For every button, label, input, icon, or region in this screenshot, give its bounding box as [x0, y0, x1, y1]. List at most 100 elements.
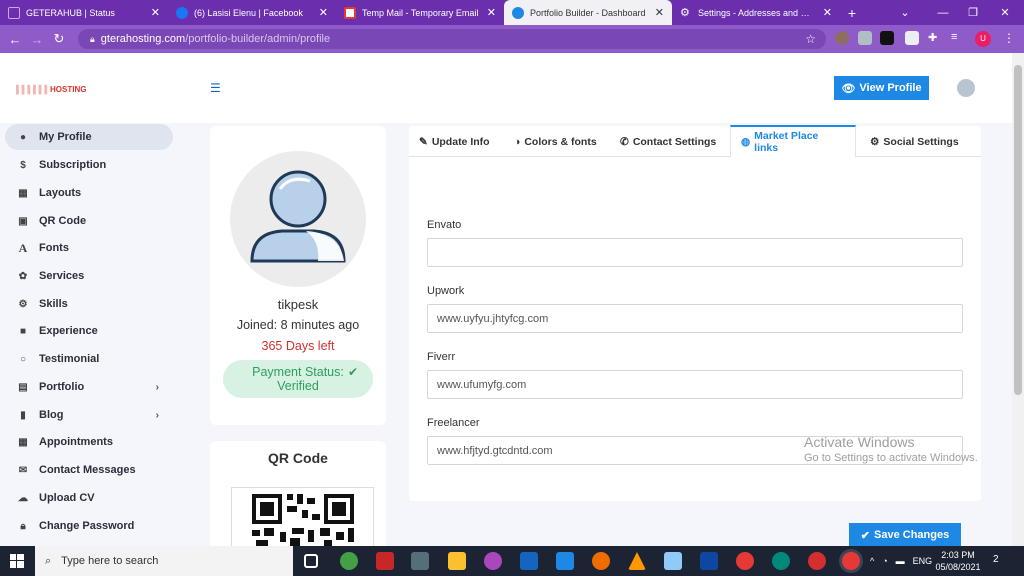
tab-social-settings[interactable]: ⚙ Social Settings — [860, 126, 969, 157]
sidebar-item-appointments[interactable]: ▦ Appointments — [5, 429, 173, 455]
browser-tab-strip: GETERAHUB | Status ✕ (6) Lasisi Elenu | F… — [0, 0, 1024, 25]
close-window-icon[interactable]: ✕ — [990, 0, 1020, 25]
sidebar-item-my-profile[interactable]: ● My Profile — [5, 124, 173, 150]
check-icon: ✔ — [347, 365, 358, 379]
browser-tab-2[interactable]: Temp Mail - Temporary Email ✕ — [336, 0, 504, 25]
browser-tab-0[interactable]: GETERAHUB | Status ✕ — [0, 0, 168, 25]
web-page: ▌▌▌▌▌▌HOSTING ☰ 👁︎ View Profile ● My Profi… — [0, 53, 1012, 546]
user-placeholder-icon — [250, 170, 346, 263]
file-explorer-icon[interactable] — [448, 552, 466, 570]
sidebar-item-services[interactable]: ✿ Services — [5, 263, 173, 289]
filezilla-icon[interactable] — [376, 552, 394, 570]
save-changes-button[interactable]: ✔ Save Changes — [849, 523, 961, 546]
extension-pen-icon[interactable] — [858, 31, 872, 45]
word-icon[interactable] — [520, 552, 538, 570]
search-icon: ⌕ — [45, 554, 52, 567]
browser-menu-icon[interactable]: ⋮ — [1003, 31, 1017, 45]
chrome-icon[interactable] — [736, 552, 754, 570]
chevron-right-icon: › — [155, 409, 159, 421]
new-tab-button[interactable]: + — [840, 0, 864, 25]
mail-icon[interactable] — [556, 552, 574, 570]
media-player-icon[interactable] — [592, 552, 610, 570]
reload-icon[interactable]: ↻ — [48, 28, 70, 50]
sidebar-item-qr-code[interactable]: ▣ QR Code — [5, 208, 173, 234]
fiverr-input[interactable] — [427, 370, 963, 399]
system-tray: ^ ◔ ▬ ENG — [870, 546, 932, 576]
volume-icon[interactable]: ▬ — [896, 556, 905, 566]
extension-cookie-icon[interactable] — [835, 31, 849, 45]
vlc-icon[interactable] — [628, 552, 646, 570]
sidebar-item-blog[interactable]: ▮ Blog › — [5, 402, 173, 428]
dollar-icon: $ — [20, 159, 26, 171]
sidebar-item-testimonial[interactable]: ○ Testimonial — [5, 346, 173, 372]
tab-market-place-links[interactable]: ◍ Market Place links — [730, 125, 856, 157]
profile-card: tikpesk Joined: 8 minutes ago 365 Days l… — [210, 126, 386, 425]
close-tab-icon[interactable]: ✕ — [655, 6, 664, 19]
scrollbar-thumb[interactable] — [1014, 65, 1022, 395]
notification-icon[interactable]: 2 — [993, 554, 1007, 568]
close-tab-icon[interactable]: ✕ — [151, 6, 160, 19]
sidebar-item-portfolio[interactable]: ▤ Portfolio › — [5, 374, 173, 400]
sidebar-item-layouts[interactable]: ▦ Layouts — [5, 180, 173, 206]
taskbar-clock[interactable]: 2:03 PM 05/08/2021 — [930, 549, 986, 573]
browser-tab-3[interactable]: Portfolio Builder - Dashboard ✕ — [504, 0, 672, 25]
sidebar-item-experience[interactable]: ■ Experience — [5, 318, 173, 344]
fiverr-label: Fiverr — [427, 351, 456, 363]
taskbar-search-box[interactable]: ⌕ Type here to search — [35, 546, 293, 576]
network-icon[interactable]: ◔ — [882, 556, 887, 566]
sidebar-item-subscription[interactable]: $ Subscription — [5, 152, 173, 178]
tab-search-icon[interactable]: ⌄ — [890, 0, 920, 25]
qr-code-image[interactable] — [231, 487, 374, 546]
sidebar-item-contact-messages[interactable]: ✉ Contact Messages — [5, 457, 173, 483]
site-logo[interactable]: ▌▌▌▌▌▌HOSTING — [16, 85, 86, 94]
sidebar-item-label: Upload CV — [39, 492, 95, 504]
extensions-puzzle-icon[interactable]: ✚ — [928, 31, 942, 45]
back-arrow-icon[interactable]: ← — [4, 28, 26, 50]
opera-icon[interactable] — [808, 552, 826, 570]
page-scrollbar[interactable] — [1012, 53, 1024, 546]
extension-glasses-icon[interactable] — [880, 31, 894, 45]
color-app-icon[interactable] — [484, 552, 502, 570]
eye-icon: 👁︎ — [841, 82, 856, 95]
forward-arrow-icon[interactable]: → — [26, 28, 48, 50]
tab-update-info[interactable]: ✎ Update Info — [409, 126, 500, 157]
upwork-label: Upwork — [427, 285, 465, 297]
close-tab-icon[interactable]: ✕ — [823, 6, 832, 19]
windows-start-icon[interactable] — [0, 546, 34, 576]
restore-icon[interactable]: ❐ — [958, 0, 988, 25]
extension-image-icon[interactable] — [905, 31, 919, 45]
close-tab-icon[interactable]: ✕ — [319, 6, 328, 19]
reading-list-icon[interactable]: ≡ — [951, 31, 965, 45]
app-green-icon[interactable] — [340, 552, 358, 570]
browser-tab-4[interactable]: ⚙ Settings - Addresses and more ✕ — [672, 0, 840, 25]
star-bookmark-icon[interactable]: ☆ — [805, 32, 816, 46]
envato-input[interactable] — [427, 238, 963, 267]
sidebar-item-fonts[interactable]: A Fonts — [5, 235, 173, 261]
browser-tab-1[interactable]: (6) Lasisi Elenu | Facebook ✕ — [168, 0, 336, 25]
store-icon[interactable] — [411, 552, 429, 570]
chevron-up-icon[interactable]: ^ — [870, 556, 874, 566]
sidebar-item-label: Layouts — [39, 187, 82, 199]
chrome-active-icon[interactable] — [842, 552, 860, 570]
user-avatar[interactable] — [957, 79, 975, 97]
upwork-input[interactable] — [427, 304, 963, 333]
sidebar-item-change-password[interactable]: 🔒︎ Change Password — [5, 513, 173, 539]
layout-icon: ▦ — [18, 187, 28, 199]
photoshop-icon[interactable] — [700, 552, 718, 570]
task-view-icon[interactable] — [304, 554, 318, 568]
hamburger-menu-icon[interactable]: ☰ — [210, 81, 221, 95]
tab-title: (6) Lasisi Elenu | Facebook — [194, 7, 303, 18]
minimize-icon[interactable]: — — [928, 0, 958, 25]
sidebar-item-skills[interactable]: ⚙ Skills — [5, 291, 173, 317]
sidebar-item-upload-cv[interactable]: ☁ Upload CV — [5, 485, 173, 511]
check-icon: ✔ — [860, 529, 870, 542]
url-host: gterahosting.com — [100, 33, 186, 45]
notes-icon[interactable] — [664, 552, 682, 570]
edge-icon[interactable] — [772, 552, 790, 570]
tab-colors-fonts[interactable]: ◑ Colors & fonts — [504, 126, 607, 157]
address-bar[interactable]: 🔒︎ gterahosting.com/portfolio-builder/ad… — [78, 29, 826, 49]
tab-contact-settings[interactable]: ✆ Contact Settings — [610, 126, 726, 157]
view-profile-button[interactable]: 👁︎ View Profile — [834, 76, 929, 100]
profile-avatar[interactable]: U — [975, 31, 991, 47]
close-tab-icon[interactable]: ✕ — [487, 6, 496, 19]
